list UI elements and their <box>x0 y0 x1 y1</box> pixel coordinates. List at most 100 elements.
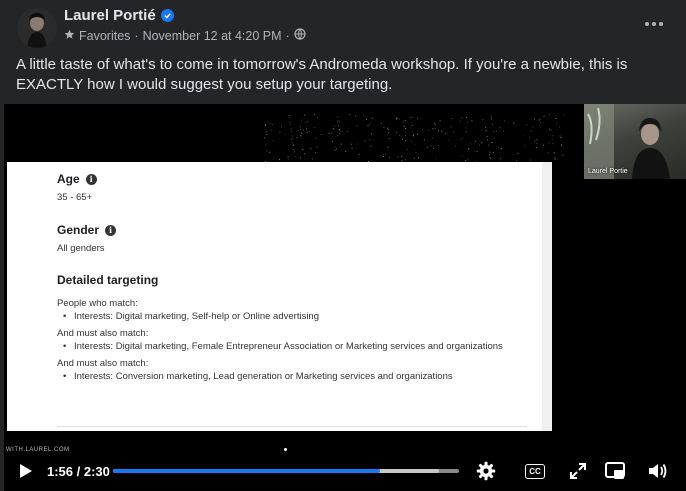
info-icon: i <box>85 173 97 185</box>
noise-dot <box>279 159 280 161</box>
noise-dot <box>451 118 453 120</box>
post-timestamp[interactable]: November 12 at 4:20 PM <box>143 29 282 43</box>
noise-dot <box>266 134 268 135</box>
noise-dot <box>428 129 430 131</box>
noise-dot <box>481 142 483 144</box>
noise-dot <box>491 117 493 119</box>
noise-dot <box>388 132 390 134</box>
noise-dot <box>387 127 389 129</box>
noise-dot <box>370 145 372 147</box>
noise-dot <box>320 134 322 136</box>
noise-dot <box>290 130 292 132</box>
noise-dot <box>314 127 316 129</box>
noise-dot <box>563 114 565 116</box>
noise-dot <box>388 137 390 139</box>
noise-dot <box>294 155 296 157</box>
noise-dot <box>474 150 476 152</box>
noise-dot <box>301 132 303 134</box>
noise-dot <box>287 156 289 158</box>
noise-dot <box>547 152 549 154</box>
noise-dot <box>338 125 340 127</box>
noise-dot <box>524 145 526 147</box>
noise-dot <box>529 136 531 138</box>
noise-dot <box>489 154 491 156</box>
noise-dot <box>536 142 538 144</box>
noise-dot <box>331 132 332 134</box>
webcam-overlay: Laurel Portie <box>584 104 686 179</box>
group-bullet: Interests: Digital marketing, Self-help … <box>57 310 527 323</box>
noise-dot <box>414 144 416 146</box>
noise-dot <box>380 122 382 124</box>
noise-dot <box>301 119 303 121</box>
noise-dot <box>479 144 481 146</box>
meta-separator-2: · <box>285 28 290 43</box>
noise-dot <box>447 132 449 134</box>
author-name-text[interactable]: Laurel Portié <box>64 7 156 24</box>
video-player[interactable]: Age i 35 - 65+ Gender i All genders Deta… <box>4 104 686 491</box>
noise-dot <box>413 135 415 137</box>
noise-dot <box>292 142 294 144</box>
noise-dot <box>334 146 336 148</box>
noise-dot <box>304 153 306 155</box>
noise-dot <box>293 149 295 151</box>
noise-dot <box>467 148 469 150</box>
noise-dot <box>395 132 397 134</box>
noise-dot <box>345 150 347 152</box>
more-icon[interactable] <box>640 10 668 38</box>
globe-icon[interactable] <box>294 28 306 43</box>
noise-dot <box>417 117 419 119</box>
pip-icon[interactable] <box>604 460 626 482</box>
noise-dot <box>371 133 372 135</box>
noise-dot <box>410 117 412 119</box>
noise-dot <box>338 121 340 123</box>
noise-dot <box>433 122 435 124</box>
noise-dot <box>387 129 389 130</box>
noise-dot <box>399 135 401 137</box>
noise-dot <box>268 152 270 153</box>
noise-dot <box>287 158 289 160</box>
noise-dot <box>513 154 515 156</box>
fullscreen-icon[interactable] <box>567 460 589 482</box>
cc-icon[interactable]: CC <box>524 460 546 482</box>
noise-dot <box>465 160 467 162</box>
noise-dot <box>489 157 491 159</box>
noise-dot <box>355 115 357 117</box>
noise-dot <box>559 126 561 128</box>
gear-icon[interactable] <box>475 460 497 482</box>
noise-dot <box>337 116 339 118</box>
noise-dot <box>427 146 429 148</box>
noise-dot <box>363 115 365 117</box>
noise-dot <box>539 118 541 120</box>
noise-dot <box>413 157 415 159</box>
post-caption: A little taste of what's to come in tomo… <box>16 56 628 93</box>
audience-label[interactable]: Favorites <box>79 29 130 43</box>
noise-dot <box>351 147 353 149</box>
noise-dot <box>308 131 310 133</box>
noise-dot <box>369 123 371 125</box>
noise-dot <box>299 126 301 128</box>
progress-bar[interactable] <box>113 469 459 473</box>
slide-targeting-panel: Age i 35 - 65+ Gender i All genders Deta… <box>7 162 552 431</box>
noise-dot <box>534 140 536 142</box>
noise-dot <box>490 118 492 120</box>
noise-dot <box>422 129 424 131</box>
play-icon[interactable] <box>18 463 34 479</box>
noise-dot <box>271 129 273 131</box>
author-name[interactable]: Laurel Portié <box>64 7 174 24</box>
noise-dot <box>486 135 488 137</box>
noise-dot <box>516 159 518 161</box>
noise-dot <box>555 118 557 119</box>
noise-dot <box>495 130 497 132</box>
noise-dot <box>404 135 406 137</box>
noise-dot <box>487 139 488 141</box>
noise-dot <box>316 146 318 148</box>
noise-dot <box>530 130 532 132</box>
noise-dot <box>332 141 333 143</box>
noise-dot <box>358 153 360 155</box>
gender-value: All genders <box>57 243 105 254</box>
noise-dot <box>475 140 477 142</box>
avatar[interactable] <box>17 8 57 48</box>
group-label: People who match: <box>57 298 138 309</box>
volume-icon[interactable] <box>647 460 669 482</box>
noise-dot <box>530 159 532 161</box>
